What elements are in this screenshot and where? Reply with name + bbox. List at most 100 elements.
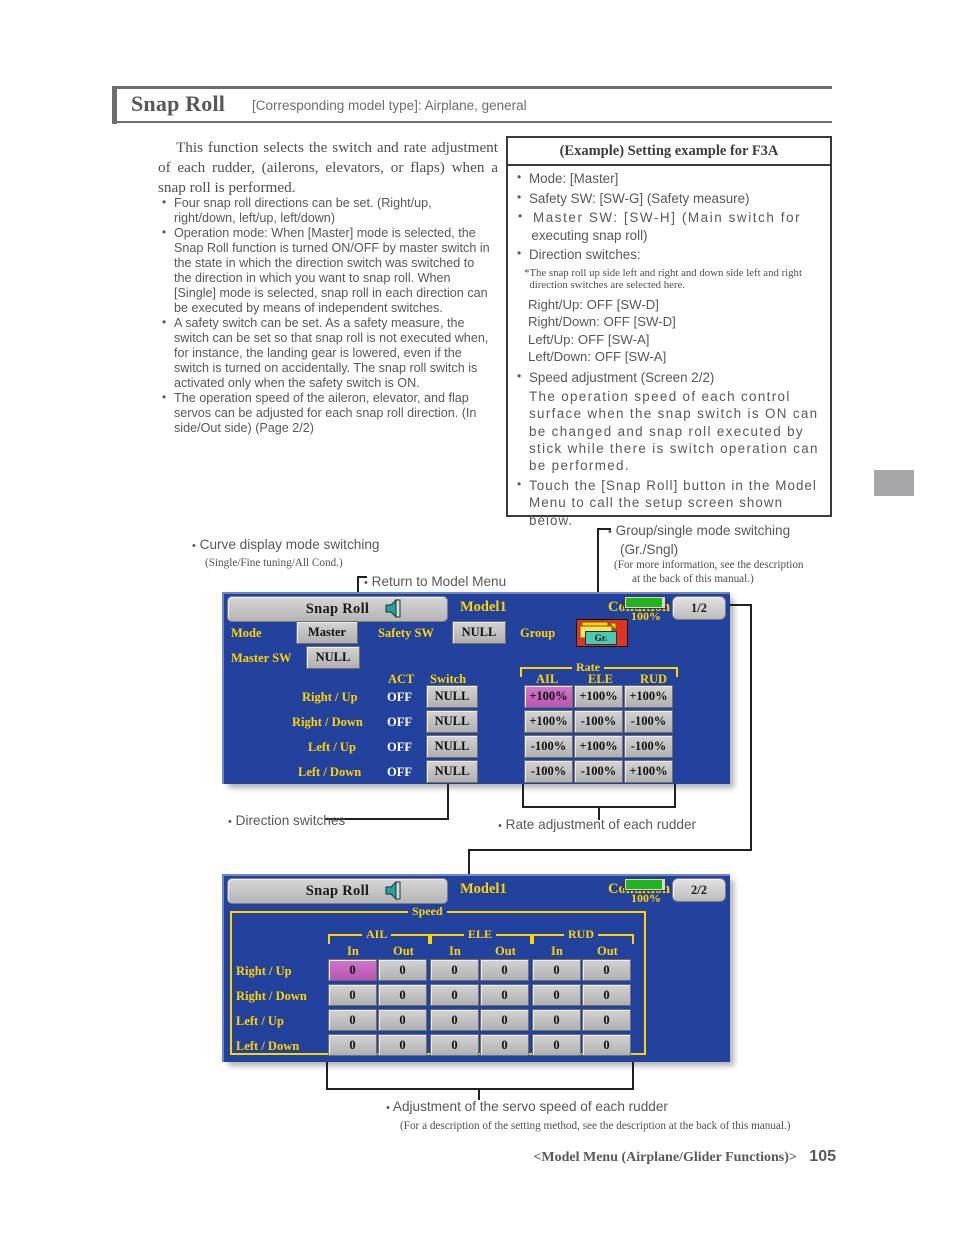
row-act-value: OFF: [387, 765, 412, 779]
speed-cell-button[interactable]: 0: [430, 959, 479, 981]
example-note-line2: direction switches are selected here.: [529, 279, 685, 292]
bullet-icon: •: [228, 816, 232, 828]
speed-cell-button[interactable]: 0: [328, 984, 377, 1006]
example-box-title: (Example) Setting example for F3A: [559, 143, 779, 159]
transmitter-screen-2: Snap Roll Model1 Condition 1 100%: [222, 874, 734, 1066]
master-sw-value: NULL: [315, 650, 351, 664]
annotation-curve-display-sub: (Single/Fine tuning/All Cond.): [205, 557, 343, 569]
speed-cell-button[interactable]: 0: [532, 959, 581, 981]
footer-section: <Model Menu (Airplane/Glider Functions)>: [533, 1150, 797, 1165]
row-switch-button[interactable]: NULL: [426, 760, 478, 783]
row-switch-button[interactable]: NULL: [426, 710, 478, 733]
snap-roll-button[interactable]: Snap Roll: [227, 878, 448, 904]
screen-2-titlebar: Snap Roll Model1 Condition 1 100%: [224, 876, 730, 905]
annotation-group-single-line1: Group/single mode switching: [615, 523, 791, 538]
subcol-header: In: [449, 944, 461, 958]
speed-cell-button[interactable]: 0: [532, 1034, 581, 1056]
row-label: Left / Up: [236, 1014, 284, 1028]
row-rud-button[interactable]: -100%: [624, 735, 673, 758]
group-toggle-button[interactable]: Gr.: [576, 619, 628, 647]
speed-cell-button[interactable]: 0: [378, 959, 427, 981]
speed-cell-button[interactable]: 0: [430, 984, 479, 1006]
list-item: The operation speed of the aileron, elev…: [162, 390, 494, 436]
row-rud-button[interactable]: -100%: [624, 710, 673, 733]
speed-cell-button[interactable]: 0: [480, 1009, 529, 1031]
snap-roll-button-label: Snap Roll: [305, 883, 370, 899]
header-rule-bottom: [112, 121, 832, 123]
speed-cell-value: 0: [501, 988, 508, 1002]
row-ele-button[interactable]: +100%: [574, 685, 623, 708]
row-rud-button[interactable]: +100%: [624, 685, 673, 708]
speed-cell-button[interactable]: 0: [328, 959, 377, 981]
snap-roll-button[interactable]: Snap Roll: [227, 596, 448, 622]
row-ail-button[interactable]: -100%: [524, 735, 573, 758]
transmitter-screen-1: Snap Roll Model1 Condition 1 100%: [222, 592, 734, 788]
row-rud-button[interactable]: +100%: [624, 760, 673, 783]
row-ail-button[interactable]: +100%: [524, 685, 573, 708]
page-button[interactable]: 1/2: [672, 596, 726, 620]
row-ele-button[interactable]: +100%: [574, 735, 623, 758]
bullet-icon: •: [192, 540, 196, 552]
annotation-servo-speed: • Adjustment of the servo speed of each …: [386, 1098, 668, 1117]
speaker-icon[interactable]: [384, 880, 404, 901]
speed-cell-button[interactable]: 0: [328, 1034, 377, 1056]
speed-cell-value: 0: [399, 963, 406, 977]
speed-cell-button[interactable]: 0: [582, 1034, 631, 1056]
speed-cell-button[interactable]: 0: [582, 984, 631, 1006]
speed-cell-value: 0: [553, 963, 560, 977]
speed-cell-button[interactable]: 0: [480, 984, 529, 1006]
speed-cell-button[interactable]: 0: [430, 1034, 479, 1056]
speed-cell-button[interactable]: 0: [480, 959, 529, 981]
row-switch-button[interactable]: NULL: [426, 735, 478, 758]
subcol-header: Out: [495, 944, 516, 958]
page-button[interactable]: 2/2: [672, 878, 726, 902]
row-ail-button[interactable]: +100%: [524, 710, 573, 733]
row-switch-value: NULL: [434, 764, 470, 778]
master-sw-value-button[interactable]: NULL: [306, 646, 360, 669]
row-ail-button[interactable]: -100%: [524, 760, 573, 783]
model-name: Model1: [460, 599, 507, 615]
manual-page: Snap Roll [Corresponding model type]: Ai…: [0, 0, 954, 1235]
page-footer: <Model Menu (Airplane/Glider Functions)>…: [0, 1148, 954, 1166]
speed-cell-button[interactable]: 0: [582, 1009, 631, 1031]
speed-cell-button[interactable]: 0: [378, 984, 427, 1006]
row-ele-button[interactable]: -100%: [574, 710, 623, 733]
speed-cell-button[interactable]: 0: [378, 1009, 427, 1031]
row-switch-button[interactable]: NULL: [426, 685, 478, 708]
speed-cell-button[interactable]: 0: [480, 1034, 529, 1056]
act-column-header: ACT: [388, 672, 415, 686]
example-item-direction-switches: Direction switches:: [516, 245, 822, 264]
annotation-rate-adjustment: • Rate adjustment of each rudder: [498, 816, 696, 835]
row-rud-value: +100%: [629, 689, 668, 703]
battery-indicator: 100%: [622, 596, 670, 624]
leader-line: [326, 1060, 328, 1090]
master-sw-label: Master SW: [231, 651, 292, 665]
speed-cell-button[interactable]: 0: [378, 1034, 427, 1056]
speed-cell-value: 0: [399, 1013, 406, 1027]
annotation-return-model-menu-label: Return to Model Menu: [371, 574, 507, 589]
row-label: Left / Down: [298, 765, 362, 779]
battery-nub: [622, 600, 625, 606]
row-ele-button[interactable]: -100%: [574, 760, 623, 783]
speed-cell-button[interactable]: 0: [328, 1009, 377, 1031]
battery-percent: 100%: [631, 891, 661, 905]
margin-tab-marker: [874, 470, 914, 496]
speed-cell-value: 0: [603, 1038, 610, 1052]
list-item: Four snap roll directions can be set. (R…: [162, 195, 494, 226]
annotation-group-single-sub2: at the back of this manual.): [632, 573, 754, 585]
annotation-servo-speed-label: Adjustment of the servo speed of each ru…: [392, 1099, 668, 1114]
row-ele-value: -100%: [580, 714, 617, 728]
speed-cell-value: 0: [553, 1038, 560, 1052]
safety-sw-value-button[interactable]: NULL: [452, 621, 506, 644]
speaker-icon[interactable]: [384, 598, 404, 619]
mode-value: Master: [307, 625, 347, 639]
row-ail-value: +100%: [529, 689, 568, 703]
speed-cell-value: 0: [349, 988, 356, 1002]
speed-cell-button[interactable]: 0: [582, 959, 631, 981]
speed-cell-button[interactable]: 0: [430, 1009, 479, 1031]
speed-cell-value: 0: [603, 1013, 610, 1027]
speed-cell-button[interactable]: 0: [532, 984, 581, 1006]
speed-cell-button[interactable]: 0: [532, 1009, 581, 1031]
mode-value-button[interactable]: Master: [296, 621, 358, 644]
battery-fill: [626, 880, 662, 889]
